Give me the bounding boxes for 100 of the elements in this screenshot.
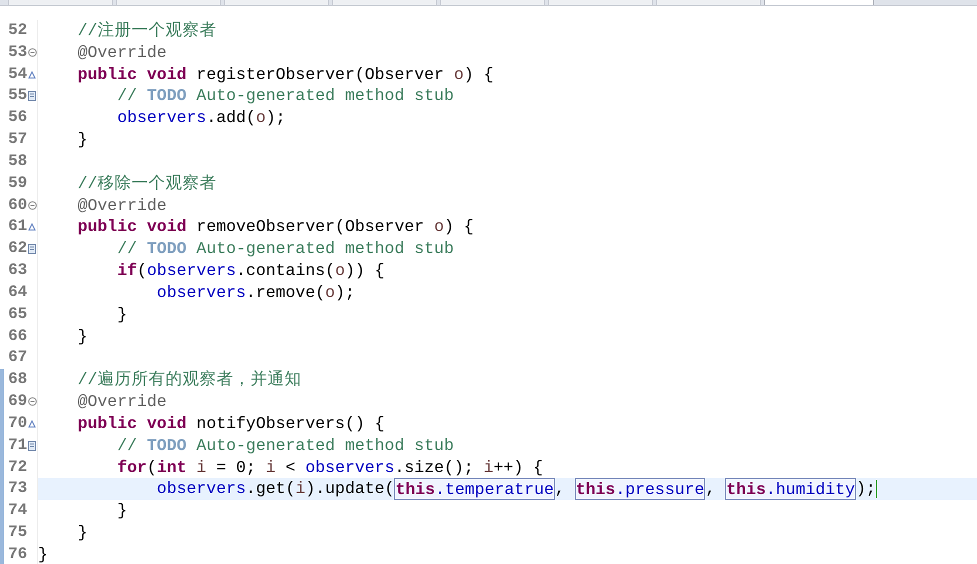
code-comment: // (117, 238, 138, 260)
collapse-icon[interactable] (28, 48, 37, 58)
code-text: } (117, 500, 128, 522)
code-text: = 0; (215, 456, 257, 478)
line-number: 70 (7, 412, 28, 434)
variable-name: o (256, 107, 266, 130)
collapse-icon[interactable] (28, 397, 37, 406)
annotation: @Override (78, 194, 167, 216)
occurrence-highlight: this.pressure (574, 478, 706, 500)
line-number: 69 (7, 391, 28, 412)
field-name: observers (156, 282, 246, 304)
code-text: ( (146, 456, 157, 478)
code-text: .add( (206, 107, 256, 130)
code-comment: //移除一个观察者 (78, 172, 216, 195)
keyword: int (156, 456, 188, 478)
line-number: 54 (7, 64, 28, 85)
code-text: ).update( (305, 478, 394, 500)
variable-name: i (484, 456, 494, 478)
task-icon (28, 440, 36, 451)
todo-tag: TODO (146, 434, 187, 457)
field-name: observers (305, 456, 394, 478)
line-number: 73 (7, 478, 28, 500)
line-number: 71 (7, 434, 28, 456)
occurrence-highlight: this.humidity (725, 478, 856, 500)
annotation: @Override (78, 42, 167, 64)
line-number: 59 (7, 172, 28, 194)
keyword: if (117, 260, 137, 282)
code-comment: //遍历所有的观察者，并通知 (78, 369, 302, 392)
field-name: observers (156, 478, 246, 500)
line-number: 65 (7, 304, 28, 325)
editor-tab[interactable] (548, 0, 653, 5)
code-text: ); (335, 282, 355, 304)
code-text: removeObserver(Observer (195, 216, 426, 238)
line-number: 63 (7, 260, 28, 282)
editor-tab[interactable] (116, 0, 221, 5)
line-number: 60 (7, 194, 28, 216)
line-number: 53 (7, 42, 28, 63)
keyword: public void (78, 412, 187, 435)
variable-name: o (335, 260, 345, 282)
line-number: 57 (7, 129, 28, 150)
keyword: public void (78, 64, 187, 86)
code-text: .contains( (236, 260, 336, 282)
line-number: 55 (7, 85, 28, 106)
triangle-icon (28, 420, 36, 428)
keyword: public void (78, 216, 187, 238)
code-text: .size(); (394, 456, 475, 478)
code-comment: // (117, 85, 138, 108)
code-text: .remove( (246, 282, 326, 304)
todo-tag: TODO (146, 85, 187, 108)
code-text: ); (856, 478, 876, 500)
code-text: notifyObservers() { (195, 412, 385, 435)
editor-tab[interactable] (656, 0, 761, 5)
variable-name: i (196, 456, 206, 478)
line-number: 52 (7, 20, 28, 41)
line-number: 66 (7, 326, 28, 347)
code-text: , (554, 478, 566, 500)
line-number: 75 (7, 522, 28, 544)
line-number: 68 (7, 369, 28, 390)
code-text: )) { (344, 260, 385, 282)
editor-tab[interactable] (224, 0, 329, 5)
code-text: } (38, 544, 48, 564)
code-comment: Auto-generated method stub (195, 85, 454, 108)
editor-tab[interactable] (8, 0, 113, 5)
code-text: ) { (444, 216, 474, 238)
annotation: @Override (78, 391, 167, 413)
code-text: < (284, 456, 296, 478)
code-text: } (117, 304, 128, 326)
triangle-icon (28, 223, 36, 232)
code-text: ( (137, 260, 147, 282)
code-text: ++) { (494, 456, 544, 478)
task-icon (28, 91, 36, 102)
line-number: 61 (7, 216, 28, 238)
code-text: registerObserver(Observer (195, 64, 445, 86)
editor-tab[interactable] (764, 0, 874, 5)
line-number: 76 (7, 544, 28, 564)
code-comment: Auto-generated method stub (195, 238, 454, 260)
code-text: ); (266, 107, 286, 130)
code-text: } (78, 522, 88, 544)
code-text: } (78, 129, 88, 151)
todo-tag: TODO (146, 238, 187, 260)
code-comment: //注册一个观察者 (78, 20, 216, 42)
line-number: 56 (7, 107, 28, 128)
keyword: for (117, 456, 147, 478)
line-number: 67 (7, 347, 28, 368)
code-comment: Auto-generated method stub (195, 434, 454, 457)
triangle-icon (28, 70, 36, 79)
code-text: .get( (246, 478, 296, 500)
code-text: , (705, 478, 716, 500)
line-number: 74 (7, 500, 28, 522)
collapse-icon[interactable] (28, 201, 37, 210)
editor-tab[interactable] (332, 0, 437, 5)
variable-name: i (266, 456, 276, 478)
line-number: 64 (7, 282, 28, 303)
editor-tab[interactable] (440, 0, 545, 5)
code-text: ) { (464, 64, 494, 86)
variable-name: o (325, 282, 336, 304)
line-number: 62 (7, 238, 28, 260)
field-name: observers (146, 260, 236, 282)
task-icon (28, 244, 36, 254)
field-name: observers (117, 107, 206, 130)
